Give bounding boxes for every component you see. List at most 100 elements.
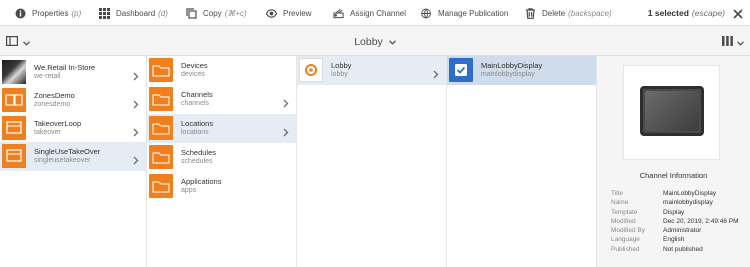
meta-row: Modified By Administrator [611,227,702,235]
folder-icon [149,58,173,82]
item-subtitle: devices [181,71,205,78]
item-subtitle: zonesdemo [34,101,71,108]
dashboard-button[interactable]: Dashboard (d) [99,0,168,26]
meta-row: Template Display [611,208,685,216]
action-bar: Properties (p) Dashboard (d) Copy (⌘+c) … [0,0,750,26]
list-item[interactable]: Lobby lobby [297,56,446,85]
item-title: ZonesDemo [34,91,75,100]
content-header: Lobby [0,27,750,56]
folder-icon [149,145,173,169]
globe-icon [421,8,432,19]
item-subtitle: we-retail [34,73,61,80]
copy-shortcut: (⌘+c) [224,8,247,18]
location-icon [299,58,323,82]
checkbox-checked-icon[interactable] [449,58,473,82]
selection-count: 1 selected (escape) [648,0,725,26]
list-item[interactable]: Devices devices [147,56,296,85]
assign-channel-label: Assign Channel [350,8,407,18]
assign-channel-icon [333,8,344,19]
meta-row: Modified Dec 20, 2019, 2:49:46 PM [611,217,739,225]
item-title: Devices [181,61,208,70]
item-subtitle: takeover [34,129,61,136]
delete-label: Delete [542,8,566,18]
item-subtitle: singleusetakeover [34,157,91,164]
copy-button[interactable]: Copy (⌘+c) [186,0,247,26]
preview-label: Preview [283,8,312,18]
item-subtitle: locations [181,129,209,136]
item-title: We.Retail In-Store [34,63,96,72]
preview-panel: Channel Information Title MainLobbyDispla… [597,56,750,267]
display-icon [640,86,704,136]
view-switcher-button[interactable] [722,36,744,48]
properties-shortcut: (p) [71,8,82,18]
list-item[interactable]: MainLobbyDisplay mainlobbydisplay [447,56,596,85]
list-item[interactable]: Schedules schedules [147,143,296,172]
assign-channel-button[interactable]: Assign Channel [333,0,406,26]
list-item[interactable]: TakeoverLoop takeover [0,114,146,143]
selection-shortcut: (escape) [691,8,725,18]
metadata-list: Title MainLobbyDisplay Name mainlobbydispl… [611,189,739,254]
item-title: Schedules [181,148,217,157]
channel-thumbnail-icon [2,116,26,140]
grid-icon [99,7,110,19]
chevron-right-icon [133,96,139,109]
dashboard-shortcut: (d) [158,8,168,18]
column-2: Devices devices Channels channels Locati… [147,56,297,267]
properties-button[interactable]: Properties (p) [15,0,81,26]
list-item[interactable]: Channels channels [147,85,296,114]
item-title: Applications [181,177,222,186]
breadcrumb-title: Lobby [354,35,383,48]
list-item[interactable]: We.Retail In-Store we-retail [0,58,146,87]
item-title: TakeoverLoop [34,119,82,128]
list-item[interactable]: SingleUseTakeOver singleusetakeover [0,142,146,171]
list-item[interactable]: Applications apps [147,172,296,201]
preview-card [623,65,720,160]
chevron-down-icon [388,36,396,48]
meta-row: Published Not published [611,245,703,253]
item-subtitle: lobby [331,71,348,78]
column-1: We.Retail In-Store we-retail ZonesDemo z… [0,56,147,267]
folder-icon [149,174,173,198]
meta-row: Language English [611,236,685,244]
channel-thumbnail-icon [2,88,26,112]
column-view: We.Retail In-Store we-retail ZonesDemo z… [0,56,750,267]
chevron-down-icon [737,33,744,51]
list-item[interactable]: ZonesDemo zonesdemo [0,86,146,115]
chevron-right-icon [133,68,139,81]
chevron-right-icon [133,124,139,137]
selection-label: 1 selected [647,8,689,18]
chevron-right-icon [283,95,289,108]
close-selection-icon[interactable] [732,7,744,19]
meta-row: Name mainlobbydisplay [611,199,713,207]
info-icon [15,8,26,19]
folder-icon [149,116,173,140]
chevron-right-icon [133,152,139,165]
properties-label: Properties [32,8,69,18]
item-title: SingleUseTakeOver [34,147,101,156]
folder-icon [149,87,173,111]
preview-button[interactable]: Preview [266,0,311,26]
eye-icon [266,8,277,19]
column-4: MainLobbyDisplay mainlobbydisplay [447,56,597,267]
chevron-right-icon [433,66,439,79]
item-title: Lobby [331,61,352,70]
item-subtitle: mainlobbydisplay [481,71,535,78]
column-view-icon [722,33,733,51]
delete-shortcut: (backspace) [568,8,612,18]
column-3: Lobby lobby [297,56,447,267]
breadcrumb[interactable]: Lobby [0,27,750,56]
preview-title: Channel Information [639,171,708,180]
list-item[interactable]: Locations locations [147,114,296,143]
copy-label: Copy [203,8,222,18]
item-title: MainLobbyDisplay [481,61,543,70]
copy-icon [186,7,197,19]
item-subtitle: channels [181,100,210,107]
meta-row: Title MainLobbyDisplay [611,190,717,197]
manage-publication-button[interactable]: Manage Publication [421,0,508,26]
channel-thumbnail-icon [2,144,26,168]
item-subtitle: schedules [181,158,213,165]
item-title: Locations [181,119,214,128]
item-thumbnail [2,60,26,84]
delete-button[interactable]: Delete (backspace) [525,0,612,26]
trash-icon [525,7,536,19]
